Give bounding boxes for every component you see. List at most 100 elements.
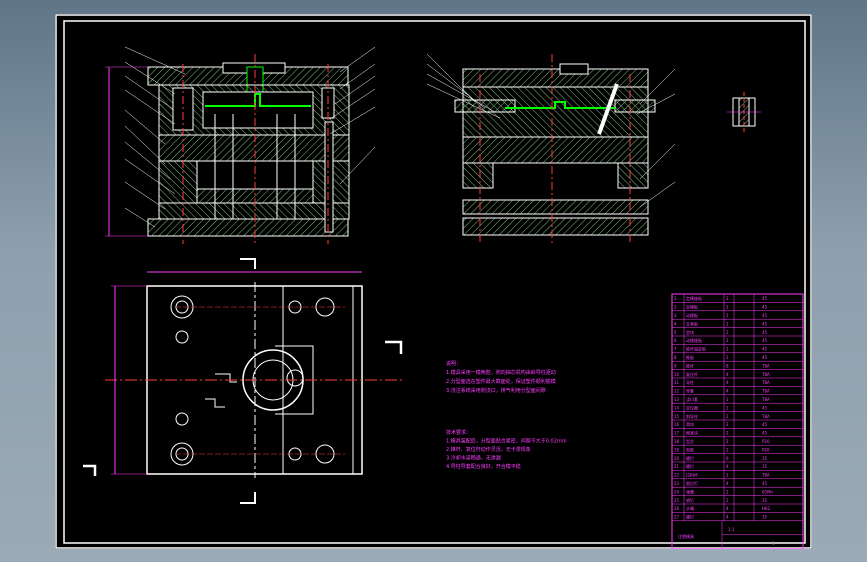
drawing-scale: 1:1: [728, 527, 735, 532]
table-cell: 1: [726, 405, 729, 410]
table-cell: 定位圈: [686, 404, 698, 410]
cavity-insert: [202, 91, 314, 129]
table-cell: 35: [762, 464, 768, 469]
table-cell: 45: [762, 481, 768, 486]
table-cell: 滑块: [686, 421, 694, 427]
table-cell: 水嘴: [686, 505, 694, 511]
table-cell: 6: [726, 456, 729, 461]
slide-left: [454, 99, 516, 113]
note-line: 3.冷却水道畅通，无渗漏: [446, 455, 501, 462]
table-cell: 型芯: [686, 438, 694, 444]
table-cell: 1: [726, 338, 729, 343]
section-arrow-bottom: [240, 492, 256, 504]
note-line: 技术要求：: [446, 429, 471, 436]
table-cell: T8A: [761, 389, 770, 394]
notes-block-1: 说明： 1.模具采用一模两腔，侧向抽芯机构由斜导柱驱动 2.分型面选在塑件最大截面处…: [446, 360, 556, 394]
table-cell: 2: [726, 431, 729, 436]
table-cell: 2: [726, 422, 729, 427]
table-cell: P20: [762, 439, 770, 444]
table-cell: 型腔: [686, 446, 694, 452]
table-cell: 2: [726, 439, 729, 444]
table-cell: 45: [762, 355, 768, 360]
table-cell: 4: [726, 506, 729, 511]
table-cell: 1: [726, 305, 729, 310]
table-cell: T8A: [761, 363, 770, 368]
table-cell: 4: [726, 464, 729, 469]
side-top-clamp-plate: [462, 68, 649, 88]
table-cell: 螺钉: [686, 463, 694, 469]
drawing-title: 注塑模具: [678, 533, 694, 539]
table-cell: 18: [674, 439, 680, 444]
table-cell: 22: [674, 473, 680, 478]
table-cell: 14: [674, 405, 680, 410]
table-cell: T8A: [761, 380, 770, 385]
table-cell: 21: [674, 464, 680, 469]
table-cell: 1: [726, 313, 729, 318]
note-line: 4.导柱导套配合良好，开合模平稳: [446, 463, 521, 470]
table-cell: 2: [726, 447, 729, 452]
table-cell: 垫块: [686, 329, 694, 335]
note-line: 3.浇注系统采用侧浇口，排气利用分型面间隙: [446, 387, 546, 394]
table-cell: 19: [674, 447, 680, 452]
section-marker-right: [385, 340, 403, 354]
table-cell: 11: [674, 380, 680, 385]
drawing-sheet: 说明： 1.模具采用一模两腔，侧向抽芯机构由斜导柱驱动 2.分型面选在塑件最大截面处…: [55, 14, 812, 549]
plan-view: [83, 258, 405, 504]
table-cell: 10: [674, 372, 680, 377]
table-cell: T8A: [761, 397, 770, 402]
table-cell: 45: [762, 431, 768, 436]
table-cell: 支承板: [686, 320, 698, 326]
table-cell: 螺钉: [686, 455, 694, 461]
table-cell: 1: [726, 473, 729, 478]
table-cell: 1: [726, 321, 729, 326]
parts-list-table: 1 定模座板 1 45 2 定模板 1 45 3 动模板 1 45 4 支承板 1 45 5 垫块 2 45 6 动模座板…: [671, 293, 804, 549]
table-cell: 4: [726, 372, 729, 377]
table-cell: P20: [762, 447, 770, 452]
side-section-view: [426, 53, 676, 246]
table-cell: T8A: [761, 414, 770, 419]
table-cell: 17: [674, 431, 680, 436]
note-line: 1.模具装配后，分型面贴合紧密，间隙不大于0.02mm: [446, 438, 567, 445]
table-cell: 13: [674, 397, 680, 402]
table-cell: 9: [674, 363, 677, 368]
table-cell: 45: [762, 321, 768, 326]
notes-block-2: 技术要求： 1.模具装配后，分型面贴合紧密，间隙不大于0.02mm2.推杆、复位杆…: [446, 429, 567, 470]
table-cell: 45: [762, 422, 768, 427]
table-cell: 2: [726, 414, 729, 419]
table-cell: 动模座板: [686, 337, 702, 343]
table-cell: 定模板: [686, 304, 698, 310]
section-marker-left: [83, 464, 97, 476]
table-cell: 2: [726, 330, 729, 335]
side-locating-ring: [559, 63, 589, 75]
table-cell: 35: [762, 498, 768, 503]
table-cell: 45: [762, 313, 768, 318]
table-cell: 推杆: [686, 362, 694, 368]
b-plate: [158, 134, 350, 162]
table-cell: 65Mn: [762, 489, 774, 494]
table-cell: 45: [762, 347, 768, 352]
table-cell: 4: [726, 380, 729, 385]
table-cell: 拉料杆: [686, 472, 698, 478]
table-cell: 销钉: [686, 497, 694, 503]
table-cell: 4: [726, 481, 729, 486]
table-cell: 弹簧: [686, 488, 694, 494]
note-line: 2.推杆、复位杆动作灵活，无卡滞现象: [446, 446, 531, 453]
table-cell: 2: [726, 489, 729, 494]
table-cell: 楔紧块: [686, 430, 698, 436]
side-ejector-plate: [462, 199, 649, 215]
side-b-plate: [462, 136, 649, 164]
table-cell: 导柱: [686, 379, 694, 385]
table-cell: T8A: [761, 372, 770, 377]
table-cell: 1: [674, 296, 677, 301]
table-cell: 16: [674, 422, 680, 427]
section-arrow-top: [240, 258, 256, 269]
table-cell: 8: [674, 355, 677, 360]
table-cell: 复位杆: [686, 371, 698, 377]
table-cell: 浇口套: [686, 396, 698, 402]
table-cell: 6: [674, 338, 677, 343]
table-cell: 定模座板: [686, 295, 702, 301]
table-cell: 5: [674, 330, 677, 335]
table-cell: 25: [674, 498, 680, 503]
table-cell: 限位钉: [686, 480, 698, 486]
return-pin: [324, 121, 334, 233]
